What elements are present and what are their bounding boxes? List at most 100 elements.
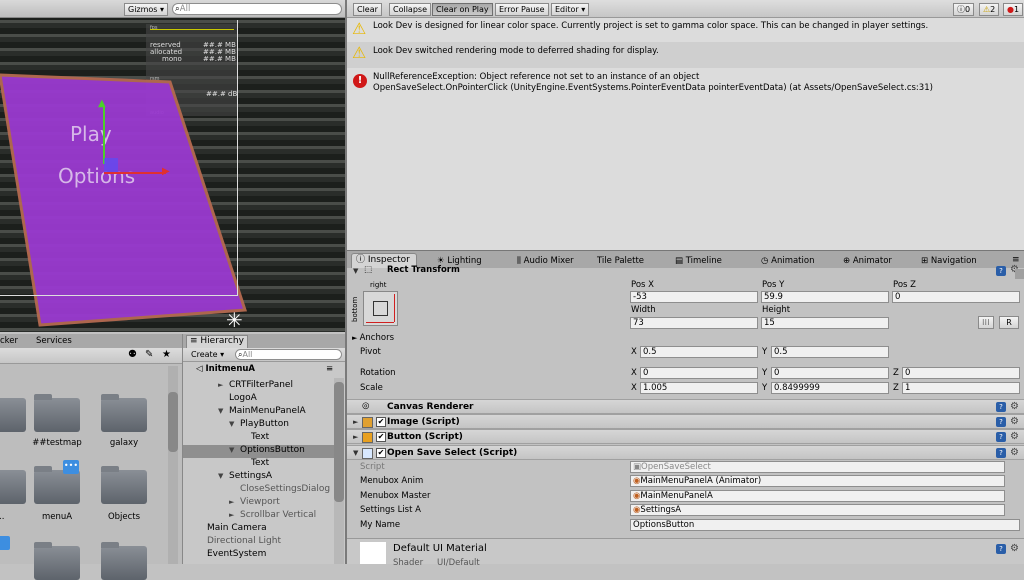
settings-list-field[interactable]: ◉SettingsA <box>630 504 1005 516</box>
create-dropdown[interactable]: Create ▾ <box>191 350 224 359</box>
hierarchy-item[interactable]: CloseSettingsDialog <box>183 484 334 497</box>
help-icon[interactable]: ? <box>996 544 1006 554</box>
fold-arrow-icon[interactable]: ▼ <box>229 446 234 454</box>
canvas-renderer-header[interactable]: ◎ Canvas Renderer ? ⚙ <box>347 399 1024 414</box>
fold-arrow-icon[interactable]: ▼ <box>218 407 223 415</box>
project-scroll-thumb[interactable] <box>168 392 178 452</box>
gizmos-dropdown[interactable]: Gizmos ▾ <box>124 3 169 16</box>
button-component-header[interactable]: ► ✔ Button (Script) ? ⚙ <box>347 429 1024 444</box>
folder-icon[interactable] <box>0 470 26 504</box>
folder-icon[interactable] <box>101 394 147 432</box>
pivot-y-field[interactable]: 0.5 <box>771 346 889 358</box>
hierarchy-scroll-thumb[interactable] <box>334 382 344 502</box>
fold-arrow-icon[interactable]: ▼ <box>218 472 223 480</box>
tab-hierarchy[interactable]: ≡ Hierarchy <box>186 335 248 348</box>
label-filter-icon[interactable]: ✎ <box>145 349 153 360</box>
folder-icon[interactable] <box>34 542 80 580</box>
hierarchy-item[interactable]: LogoA <box>183 393 334 406</box>
scene-menu-icon[interactable]: ≡ <box>326 364 333 374</box>
error-count-toggle[interactable]: ●1 <box>1003 3 1024 16</box>
hierarchy-item[interactable]: Text <box>183 432 334 445</box>
fold-arrow-icon[interactable]: ▼ <box>229 420 234 428</box>
move-gizmo-center[interactable] <box>104 158 118 172</box>
hierarchy-item[interactable]: ▼ MainMenuPanelA <box>183 406 334 419</box>
favorite-star-icon[interactable]: ★ <box>162 349 171 360</box>
scene-search-input[interactable]: ⌕All <box>172 3 342 15</box>
tab-services[interactable]: Services <box>36 336 72 346</box>
warning-count-toggle[interactable]: ⚠2 <box>979 3 1000 16</box>
filter-type-icon[interactable]: ⚉ <box>128 349 137 360</box>
help-icon[interactable]: ? <box>996 448 1006 458</box>
hierarchy-item[interactable]: ▼ PlayButton <box>183 419 334 432</box>
gear-icon[interactable]: ⚙ <box>1010 447 1019 458</box>
blueprint-mode-button[interactable]: ⁝⁝⁝ <box>978 316 994 329</box>
rotation-x-field[interactable]: 0 <box>640 367 758 379</box>
my-name-field[interactable]: OptionsButton <box>630 519 1020 531</box>
scale-z-field[interactable]: 1 <box>902 382 1020 394</box>
scene-root-item[interactable]: ◁ InitmenuA <box>196 364 255 374</box>
collapse-button[interactable]: Collapse <box>389 3 431 16</box>
folder-icon[interactable] <box>101 466 147 504</box>
hierarchy-scrollbar[interactable] <box>334 378 344 564</box>
fold-arrow-icon[interactable]: ► <box>229 498 234 506</box>
hierarchy-item[interactable]: Text <box>183 458 334 471</box>
gear-icon[interactable]: ⚙ <box>1010 431 1019 442</box>
folder-icon[interactable] <box>34 394 80 432</box>
console-message[interactable]: ! NullReferenceException: Object referen… <box>347 68 1024 98</box>
help-icon[interactable]: ? <box>996 266 1006 276</box>
pos-y-field[interactable]: 59.9 <box>761 291 889 303</box>
enabled-checkbox[interactable]: ✔ <box>376 432 386 442</box>
shader-value[interactable]: UI/Default <box>437 558 480 568</box>
tab-tile-palette[interactable]: Tile Palette <box>597 256 644 266</box>
height-field[interactable]: 15 <box>761 317 889 329</box>
anchors-foldout[interactable]: ► Anchors <box>352 333 394 343</box>
enabled-checkbox[interactable]: ✔ <box>376 417 386 427</box>
pivot-x-field[interactable]: 0.5 <box>640 346 758 358</box>
hierarchy-item[interactable]: ▼ SettingsA <box>183 471 334 484</box>
folder-icon[interactable] <box>0 398 26 432</box>
console-message[interactable]: ⚠ Look Dev switched rendering mode to de… <box>347 42 1024 68</box>
width-field[interactable]: 73 <box>630 317 758 329</box>
scale-x-field[interactable]: 1.005 <box>640 382 758 394</box>
menubox-anim-field[interactable]: ◉MainMenuPanelA (Animator) <box>630 475 1005 487</box>
move-gizmo-y-axis[interactable] <box>103 106 105 164</box>
help-icon[interactable]: ? <box>996 402 1006 412</box>
pos-z-field[interactable]: 0 <box>892 291 1020 303</box>
tab-asset-store[interactable]: cker <box>0 336 18 346</box>
hierarchy-item[interactable]: ► Viewport <box>183 497 334 510</box>
hierarchy-search-input[interactable]: ⌕All <box>235 349 342 360</box>
scene-view[interactable]: Gizmos ▾ ⌕All fps reserved ##.# MB alloc… <box>0 0 345 332</box>
hierarchy-item[interactable]: EventSystem <box>183 549 334 562</box>
clear-on-play-toggle[interactable]: Clear on Play <box>432 3 493 16</box>
tab-animation[interactable]: ◷ Animation <box>761 256 814 266</box>
image-component-header[interactable]: ► ✔ Image (Script) ? ⚙ <box>347 414 1024 429</box>
rect-transform-header[interactable]: ▼ ⬚ Rect Transform ? ⚙ <box>347 264 1024 276</box>
folder-icon[interactable] <box>34 466 80 504</box>
hierarchy-item[interactable]: Directional Light <box>183 536 334 549</box>
rotation-y-field[interactable]: 0 <box>771 367 889 379</box>
tab-timeline[interactable]: ▤ Timeline <box>675 256 722 266</box>
open-save-select-header[interactable]: ▼ ✔ Open Save Select (Script) ? ⚙ <box>347 445 1024 460</box>
error-pause-toggle[interactable]: Error Pause <box>495 3 549 16</box>
tab-audio-mixer[interactable]: ⫼ Audio Mixer <box>517 256 574 266</box>
hierarchy-item[interactable]: Main Camera <box>183 523 334 536</box>
inspector-scrollbar[interactable] <box>1015 269 1024 279</box>
help-icon[interactable]: ? <box>996 432 1006 442</box>
anchor-preset-button[interactable] <box>363 291 398 326</box>
editor-dropdown[interactable]: Editor ▾ <box>551 3 590 16</box>
fold-arrow-icon[interactable]: ► <box>229 511 234 519</box>
help-icon[interactable]: ? <box>996 417 1006 427</box>
enabled-checkbox[interactable]: ✔ <box>376 448 386 458</box>
console-message[interactable]: ⚠ Look Dev is designed for linear color … <box>347 18 1024 42</box>
tab-animator[interactable]: ⊕ Animator <box>843 256 892 266</box>
tab-navigation[interactable]: ⊞ Navigation <box>921 256 977 266</box>
info-count-toggle[interactable]: ⓘ0 <box>953 3 975 16</box>
gear-icon[interactable]: ⚙ <box>1010 416 1019 427</box>
menubox-master-field[interactable]: ◉MainMenuPanelA <box>630 490 1005 502</box>
hierarchy-item[interactable]: ► CRTFilterPanel <box>183 380 334 393</box>
hierarchy-item[interactable]: ► Scrollbar Vertical <box>183 510 334 523</box>
pos-x-field[interactable]: -53 <box>630 291 758 303</box>
fold-arrow-icon[interactable]: ► <box>218 381 223 389</box>
raw-edit-button[interactable]: R <box>999 316 1019 329</box>
project-scrollbar[interactable] <box>168 366 178 564</box>
